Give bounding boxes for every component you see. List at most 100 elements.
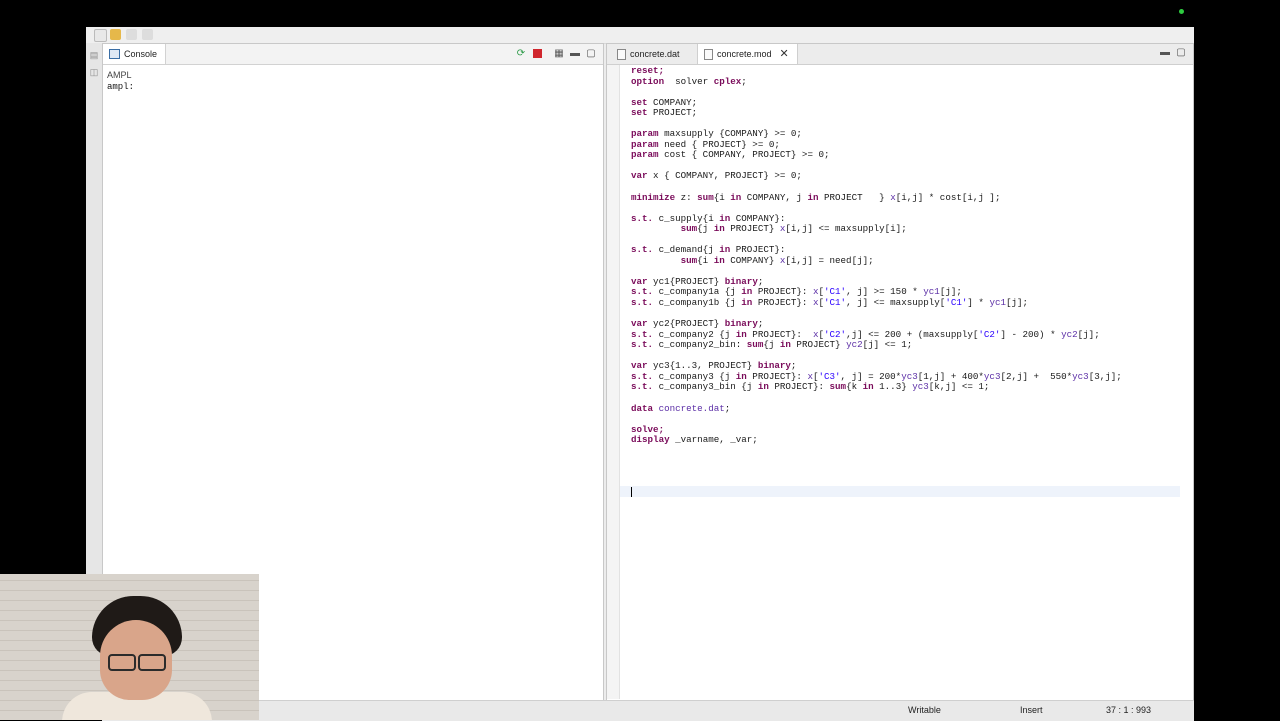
tab-label: concrete.dat (630, 49, 680, 59)
code-token: var (631, 170, 648, 182)
code-token: PROJECT} (724, 223, 780, 235)
code-line[interactable]: s.t. c_company2_bin: sum{j in PROJECT} y… (631, 339, 1181, 351)
code-token: 'C2' (978, 328, 1001, 340)
code-token: COMPANY}: (730, 212, 786, 224)
code-token: PROJECT } (818, 191, 891, 203)
code-token: {i (713, 191, 731, 203)
code-token: cplex (713, 75, 742, 87)
code-token: c_demand{j (653, 244, 720, 256)
code-token: maxsupply {COMPANY} >= 0; (658, 128, 802, 140)
code-token: s.t. (631, 212, 654, 224)
code-token: ; (757, 275, 764, 287)
console-icon (109, 49, 120, 59)
restart-icon[interactable]: ⟳ (515, 48, 527, 60)
code-token: 'C2' (824, 328, 847, 340)
code-line[interactable]: set PROJECT; (631, 107, 1181, 119)
close-tab-icon[interactable]: ✕ (780, 44, 789, 64)
code-token: param (631, 149, 659, 161)
code-token: s.t. (631, 328, 654, 340)
code-token: , j] = 200* (840, 370, 902, 382)
code-token: s.t. (631, 381, 654, 393)
code-token: minimize (631, 191, 676, 203)
code-token: {k (846, 381, 863, 393)
editor-gutter (607, 65, 620, 699)
code-token: ; (757, 318, 764, 330)
code-token: display (631, 434, 670, 446)
code-token: , j] >= 150 * (846, 286, 924, 298)
code-token: PROJECT; (647, 107, 698, 119)
code-line[interactable]: set COMPANY; (631, 96, 1181, 109)
code-token: in (757, 381, 769, 393)
code-token: binary (757, 360, 791, 372)
code-token: yc1 (923, 286, 940, 298)
code-editor[interactable]: reset; option solver cplex; set COMPANY; se… (631, 65, 1181, 686)
code-token: yc1{PROJECT} (647, 275, 725, 287)
code-token: yc3{1..3, PROJECT} (647, 360, 758, 372)
code-token: in (779, 339, 791, 351)
write-mode-status: Writable (908, 705, 941, 715)
code-line[interactable] (631, 446, 1181, 457)
code-token: concrete.dat (658, 402, 725, 414)
code-token: in (730, 191, 742, 203)
code-line[interactable]: s.t. c_company1b {j in PROJECT}: x['C1',… (631, 297, 1181, 309)
file-explorer-icon[interactable]: ▤ (89, 50, 99, 60)
webcam-overlay (0, 574, 259, 720)
tab-console[interactable]: Console (103, 44, 167, 64)
console-output[interactable]: AMPL ampl: (103, 65, 603, 97)
tab-concrete-dat[interactable]: concrete.dat (611, 44, 688, 64)
code-line[interactable]: sum{j in PROJECT} x[i,j] <= maxsupply[i]… (631, 223, 1181, 235)
save-all-icon[interactable] (142, 29, 153, 40)
code-token: ; (741, 75, 747, 87)
code-token: c_company1a {j (653, 286, 742, 298)
code-token: ; (790, 360, 797, 372)
maximize-icon[interactable]: ▢ (1175, 47, 1187, 59)
tab-concrete-mod[interactable]: concrete.mod ✕ (697, 44, 798, 64)
code-token: solve; (631, 423, 665, 435)
minimize-icon[interactable]: ▬ (569, 48, 581, 60)
code-line[interactable]: display _varname, _var; (631, 434, 1181, 446)
code-token: {i (697, 254, 714, 266)
code-token: [3,j]; (1088, 370, 1122, 382)
code-token: s.t. (631, 244, 654, 256)
clear-console-icon[interactable]: ▦ (553, 48, 565, 60)
new-file-icon[interactable] (94, 29, 107, 42)
console-tab-label: Console (124, 49, 158, 59)
code-token: {j (697, 223, 714, 235)
minimize-icon[interactable]: ▬ (1159, 47, 1171, 59)
code-token: param (631, 128, 659, 140)
code-token: PROJECT}: (746, 370, 808, 382)
code-token: COMPANY} (724, 254, 780, 266)
code-line[interactable]: minimize z: sum{i in COMPANY, j in PROJE… (631, 191, 1181, 204)
code-token: ] * (967, 297, 990, 309)
code-token: COMPANY, j (741, 191, 808, 203)
code-token: ; (724, 402, 731, 414)
code-token: [j]; (1005, 297, 1029, 309)
code-token: PROJECT} (790, 339, 847, 351)
save-icon[interactable] (126, 29, 137, 40)
code-line[interactable]: s.t. c_company3_bin {j in PROJECT}: sum{… (631, 382, 1181, 393)
code-line[interactable] (631, 87, 1181, 98)
code-token: [j]; (939, 286, 962, 298)
maximize-icon[interactable]: ▢ (585, 48, 597, 60)
open-folder-icon[interactable] (110, 29, 121, 40)
code-line[interactable]: data concrete.dat; (631, 402, 1181, 415)
code-token: ,j] <= 200 + (maxsupply[ (846, 328, 979, 340)
code-line[interactable]: var x { COMPANY, PROJECT} >= 0; (631, 171, 1181, 182)
insert-mode-status: Insert (1020, 705, 1043, 715)
code-token: set (631, 96, 648, 108)
code-token: in (719, 212, 731, 224)
code-token: in (741, 297, 753, 309)
code-line[interactable]: option solver cplex; (631, 75, 1181, 88)
toolbar (86, 27, 1194, 44)
code-token: _varname, _var; (669, 434, 758, 446)
status-bar: Writable Insert 37 : 1 : 993 (102, 700, 1194, 721)
glasses-icon (104, 654, 168, 671)
code-line[interactable]: sum{i in COMPANY} x[i,j] = need[j]; (631, 254, 1181, 267)
stop-button[interactable] (531, 48, 543, 60)
code-line[interactable] (631, 414, 1181, 425)
outline-icon[interactable]: ◫ (89, 67, 99, 77)
code-token: c_company1b {j (653, 297, 742, 309)
code-line[interactable]: param cost { COMPANY, PROJECT} >= 0; (631, 150, 1181, 161)
code-token: reset; (631, 65, 665, 76)
